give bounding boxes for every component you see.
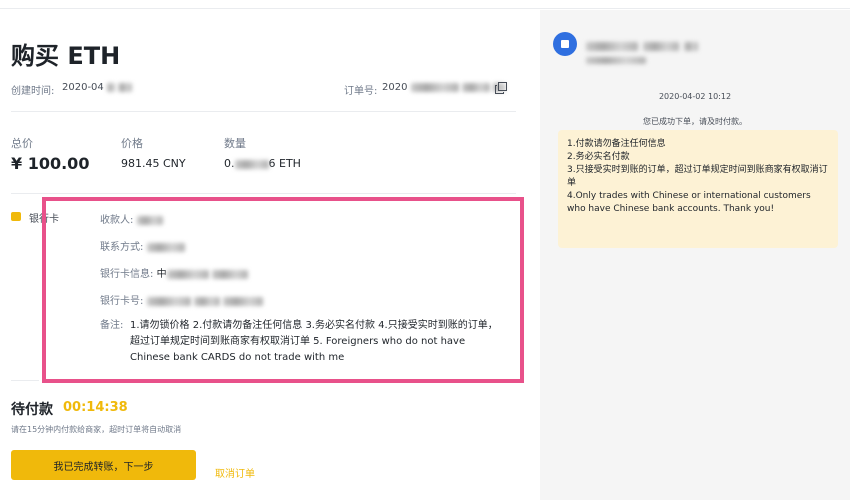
bank-info-row: 银行卡信息: 中: [100, 265, 248, 280]
left-divider: [11, 380, 39, 381]
created-time-label: 创建时间:: [11, 86, 55, 97]
order-panel: 购买 ETH 创建时间: 2020-04 订单号: 2020 总价 ¥ 100.…: [0, 0, 530, 500]
contact-row: 联系方式:: [100, 238, 185, 253]
price-label: 价格: [121, 137, 143, 150]
pending-payment-title: 待付款: [11, 402, 53, 418]
remark-label: 备注:: [100, 320, 124, 331]
remark-text: 1.请勿锁价格 2.付款请勿备注任何信息 3.务必实名付款 4.只接受实时到账的…: [130, 320, 498, 363]
order-number-value: 2020: [382, 82, 506, 93]
payee-row: 收款人:: [100, 211, 163, 226]
card-number-row: 银行卡号:: [100, 292, 263, 307]
payment-timeout-hint: 请在15分钟内付款给商家，超时订单将自动取消: [11, 425, 182, 434]
countdown-timer: 00:14:38: [63, 400, 128, 415]
quantity-label: 数量: [224, 137, 246, 150]
chat-timestamp: 2020-04-02 10:12: [658, 92, 732, 101]
system-message: 您已成功下单，请及时付款。: [643, 117, 747, 126]
created-time-value: 2020-04: [62, 82, 133, 93]
merchant-subtitle: [586, 50, 646, 69]
remark-row: 备注: 1.请勿锁价格 2.付款请勿备注任何信息 3.务必实名付款 4.只接受实…: [100, 318, 505, 363]
header-divider: [11, 111, 516, 112]
copy-icon[interactable]: [495, 82, 507, 94]
cancel-order-link[interactable]: 取消订单: [215, 465, 255, 480]
message-line: 3.只接受实时到账的订单，超过订单规定时间到账商家有权取消订单: [567, 165, 828, 188]
merchant-message-bubble: 1.付款请勿备注任何信息 2.务必实名付款 3.只接受实时到账的订单，超过订单规…: [558, 130, 838, 248]
avatar: [553, 32, 577, 56]
quantity-value: 0. 6 ETH: [224, 157, 301, 170]
message-line: 1.付款请勿备注任何信息: [567, 139, 666, 149]
page-title: 购买 ETH: [11, 42, 121, 70]
bank-card-icon: [11, 212, 21, 221]
total-value: ¥ 100.00: [11, 154, 90, 173]
order-number-label: 订单号:: [344, 86, 378, 97]
total-label: 总价: [11, 137, 33, 150]
stats-divider: [11, 193, 516, 194]
message-line: 2.务必实名付款: [567, 152, 630, 162]
chat-panel: 2020-04-02 10:12 您已成功下单，请及时付款。 1.付款请勿备注任…: [540, 10, 850, 500]
message-line: 4.Only trades with Chinese or internatio…: [567, 191, 811, 214]
price-value: 981.45 CNY: [121, 157, 186, 170]
confirm-transfer-button[interactable]: 我已完成转账，下一步: [11, 450, 196, 480]
